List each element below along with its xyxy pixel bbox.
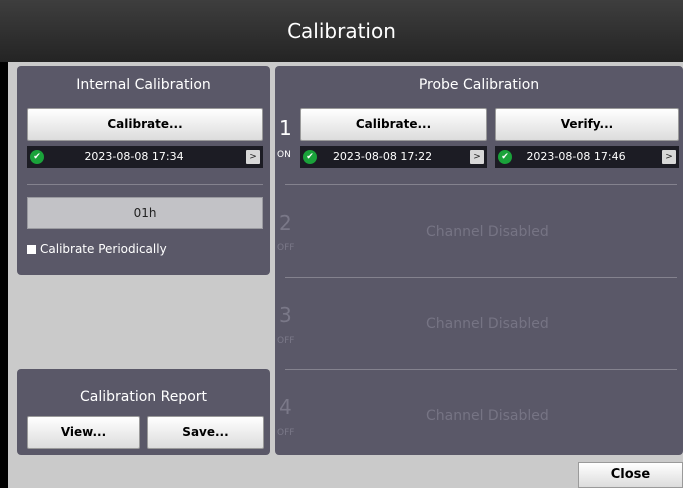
probe-calibration-title: Probe Calibration bbox=[418, 77, 540, 93]
divider bbox=[285, 369, 677, 370]
internal-calibration-date: 2023-08-08 17:34 bbox=[84, 150, 184, 163]
divider bbox=[27, 184, 263, 185]
channel-4-state: OFF bbox=[277, 428, 295, 438]
close-button[interactable]: Close bbox=[578, 462, 683, 488]
chevron-right-icon[interactable]: > bbox=[470, 150, 484, 164]
probe-verify-date: 2023-08-08 17:46 bbox=[526, 150, 626, 163]
calibration-interval-field[interactable]: 01h bbox=[27, 197, 263, 229]
channel-2-state: OFF bbox=[277, 243, 295, 253]
probe-calibrate-date: 2023-08-08 17:22 bbox=[332, 150, 433, 163]
chevron-right-icon[interactable]: > bbox=[246, 150, 260, 164]
chevron-right-icon[interactable]: > bbox=[662, 150, 676, 164]
channel-4-disabled-message: Channel Disabled bbox=[426, 408, 549, 424]
calibration-report-title: Calibration Report bbox=[79, 389, 208, 405]
channel-2-disabled-message: Channel Disabled bbox=[426, 224, 549, 240]
view-report-button[interactable]: View... bbox=[27, 416, 140, 449]
channel-3-disabled-message: Channel Disabled bbox=[426, 316, 549, 332]
divider bbox=[285, 184, 677, 185]
calibration-report-panel: Calibration Report View... Save... bbox=[17, 369, 270, 455]
channel-3-number: 3 bbox=[279, 303, 292, 327]
save-report-button[interactable]: Save... bbox=[147, 416, 264, 449]
divider bbox=[285, 277, 677, 278]
content-area: Internal Calibration Calibrate... ✔ 2023… bbox=[8, 62, 683, 488]
channel-2-number: 2 bbox=[279, 211, 292, 235]
probe-verify-button[interactable]: Verify... bbox=[495, 108, 679, 141]
internal-calibration-title: Internal Calibration bbox=[76, 77, 211, 93]
calibration-window: Calibration Internal Calibration Calibra… bbox=[0, 0, 683, 488]
internal-calibrate-button[interactable]: Calibrate... bbox=[27, 108, 263, 141]
channel-3-state: OFF bbox=[277, 336, 295, 346]
probe-calibrate-button[interactable]: Calibrate... bbox=[300, 108, 487, 141]
probe-verify-status: ✔ 2023-08-08 17:46 > bbox=[495, 146, 679, 168]
calibrate-periodically-label: Calibrate Periodically bbox=[40, 242, 167, 256]
internal-calibration-status: ✔ 2023-08-08 17:34 > bbox=[27, 146, 263, 168]
calibrate-periodically-row[interactable]: Calibrate Periodically bbox=[27, 242, 167, 256]
window-title: Calibration bbox=[0, 0, 683, 62]
probe-calibrate-status: ✔ 2023-08-08 17:22 > bbox=[300, 146, 487, 168]
calibrate-periodically-checkbox[interactable] bbox=[27, 245, 36, 254]
channel-4-number: 4 bbox=[279, 395, 292, 419]
channel-1-state: ON bbox=[277, 150, 291, 160]
probe-calibration-panel: Probe Calibration 1 ON Calibrate... Veri… bbox=[275, 66, 683, 455]
channel-1-number: 1 bbox=[279, 116, 292, 140]
internal-calibration-panel: Internal Calibration Calibrate... ✔ 2023… bbox=[17, 66, 270, 275]
